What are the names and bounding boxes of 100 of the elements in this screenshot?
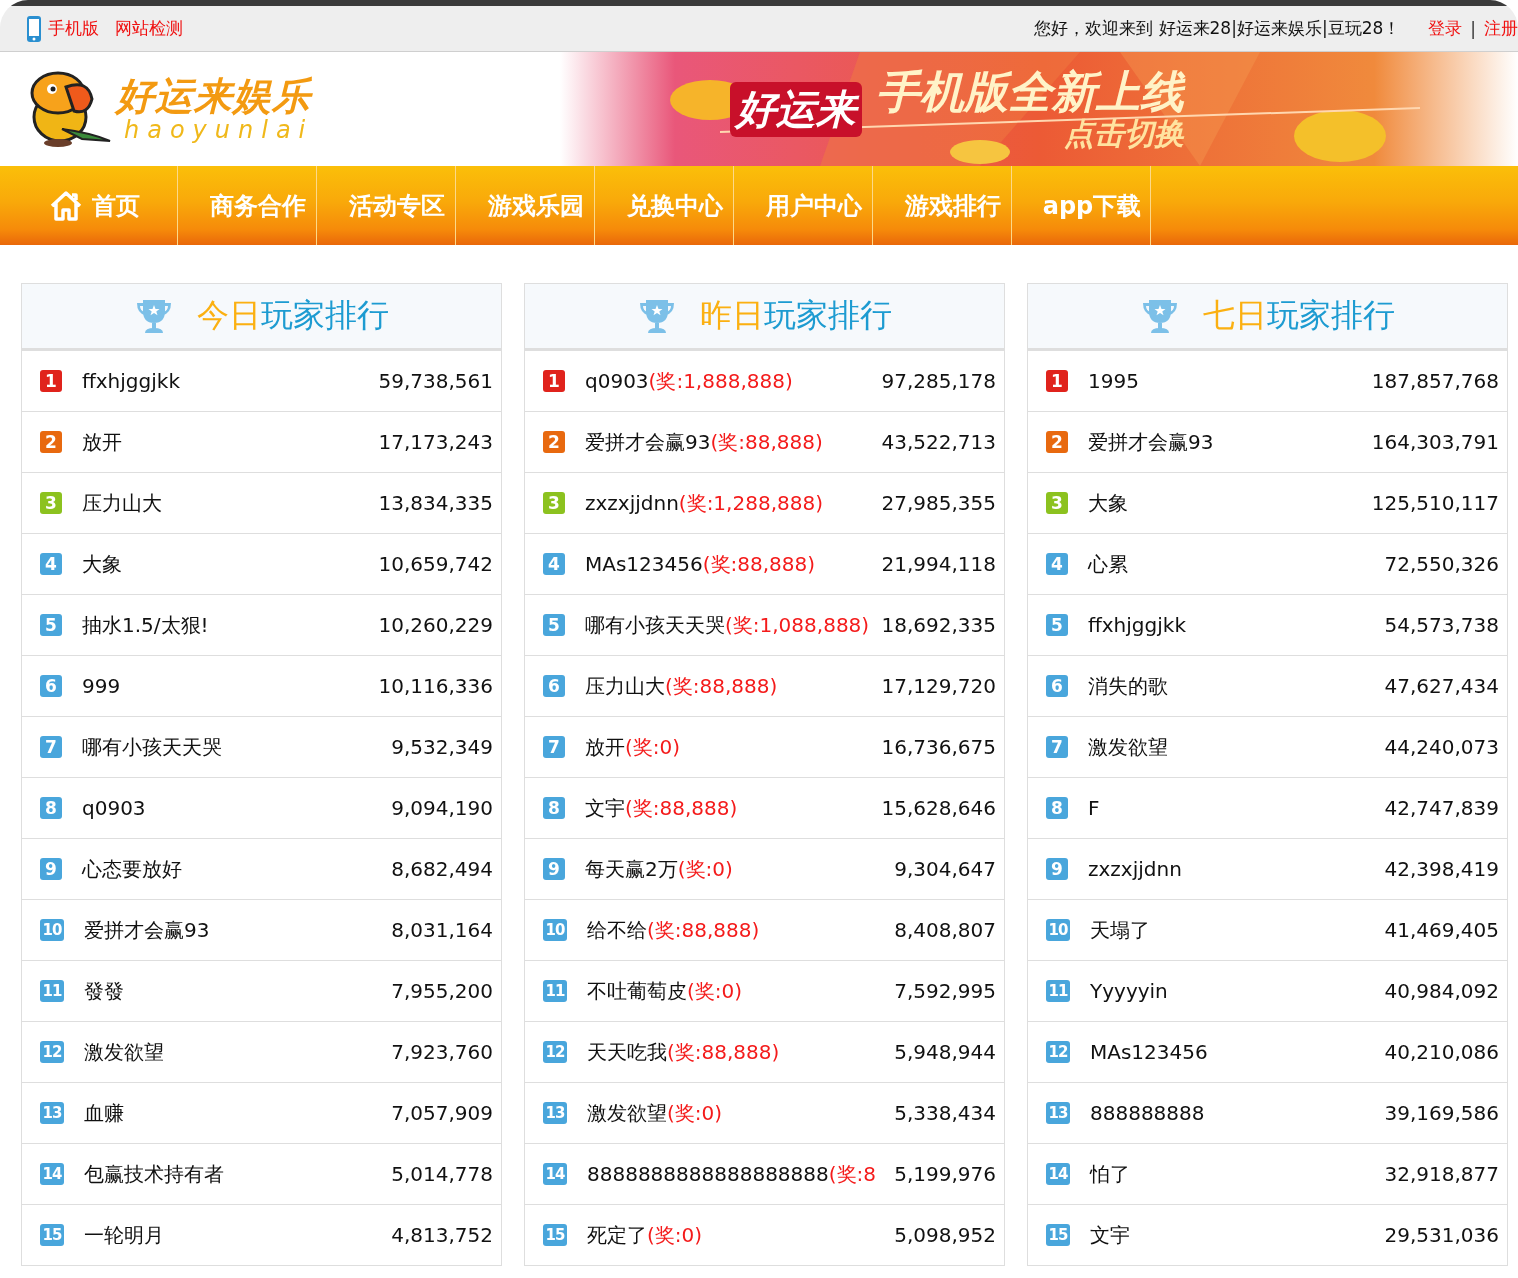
rank-badge: 8	[40, 797, 62, 819]
player-name: ffxhjggjkk	[82, 369, 181, 393]
rank-badge: 9	[543, 858, 565, 880]
score-value: 9,094,190	[391, 796, 493, 820]
score-value: 187,857,768	[1371, 369, 1499, 393]
player-name: 大象	[82, 550, 123, 578]
player-name: 给不给(奖:88,888)	[587, 916, 761, 944]
panel-title: 昨日玩家排行	[699, 295, 892, 336]
rank-badge: 7	[543, 736, 565, 758]
logo-title: 好运来娱乐	[116, 76, 314, 118]
banner-subline: 点击切换	[1064, 116, 1184, 150]
rank-badge: 2	[40, 431, 62, 453]
player-name: 天塌了	[1090, 916, 1151, 944]
rank-badge: 2	[1046, 431, 1068, 453]
score-value: 97,285,178	[881, 369, 996, 393]
score-value: 5,338,434	[894, 1101, 996, 1125]
rank-badge: 10	[1046, 919, 1070, 941]
player-name: 死定了(奖:0)	[587, 1221, 704, 1249]
player-name: 文宇(奖:88,888)	[585, 794, 739, 822]
score-value: 29,531,036	[1384, 1223, 1499, 1247]
score-value: 17,173,243	[378, 430, 493, 454]
player-name: zxzxjjdnn(奖:1,288,888)	[585, 489, 824, 517]
player-name: Yyyyyin	[1090, 979, 1169, 1003]
banner-headline: 手机版全新上线	[876, 68, 1184, 117]
nav-item[interactable]: 用户中心	[734, 166, 873, 245]
score-value: 125,510,117	[1371, 491, 1499, 515]
score-value: 10,659,742	[378, 552, 493, 576]
player-name: 包赢技术持有者	[84, 1160, 225, 1188]
player-name: 心态要放好	[82, 855, 183, 883]
player-name: 哪有小孩天天哭	[82, 733, 223, 761]
score-value: 54,573,738	[1384, 613, 1499, 637]
banner-brand: 好运来	[730, 81, 862, 137]
nav-item[interactable]: 商务合作	[178, 166, 317, 245]
rank-badge: 2	[543, 431, 565, 453]
rank-badge: 5	[1046, 614, 1068, 636]
nav-item[interactable]: 兑换中心	[595, 166, 734, 245]
rank-badge: 13	[1046, 1102, 1070, 1124]
separator: |	[1470, 18, 1476, 39]
phone-icon	[26, 14, 42, 43]
nav-item[interactable]: 游戏乐园	[456, 166, 595, 245]
rank-badge: 4	[543, 553, 565, 575]
score-value: 16,736,675	[881, 735, 996, 759]
player-name: 压力山大(奖:88,888)	[585, 672, 779, 700]
rank-badge: 1	[1046, 370, 1068, 392]
rank-badge: 14	[40, 1163, 64, 1185]
register-link[interactable]: 注册	[1484, 17, 1518, 40]
rank-badge: 12	[40, 1041, 64, 1063]
trophy-icon	[637, 297, 676, 335]
player-name: 压力山大	[82, 489, 163, 517]
score-value: 10,116,336	[378, 674, 493, 698]
player-name: F	[1088, 796, 1101, 820]
rank-badge: 1	[40, 370, 62, 392]
score-value: 8,682,494	[391, 857, 493, 881]
player-name: 999	[82, 674, 122, 698]
player-name: 爱拼才会赢93	[1088, 428, 1215, 456]
player-name: 抽水1.5/太狠!	[82, 611, 210, 639]
player-name: 一轮明月	[84, 1221, 165, 1249]
nav-item[interactable]: app下载	[1012, 166, 1151, 245]
player-name: 激发欲望	[84, 1038, 165, 1066]
score-value: 40,984,092	[1384, 979, 1499, 1003]
rank-badge: 12	[1046, 1041, 1070, 1063]
player-name: MAs123456	[1090, 1040, 1209, 1064]
player-name: 心累	[1088, 550, 1129, 578]
player-name: MAs123456(奖:88,888)	[585, 550, 817, 578]
rank-badge: 15	[543, 1224, 567, 1246]
score-value: 13,834,335	[378, 491, 493, 515]
player-name: 爱拼才会赢93	[84, 916, 211, 944]
rank-badge: 13	[40, 1102, 64, 1124]
rank-badge: 11	[543, 980, 567, 1002]
player-name: 每天赢2万(奖:0)	[585, 855, 734, 883]
score-value: 7,923,760	[391, 1040, 493, 1064]
score-value: 9,532,349	[391, 735, 493, 759]
rank-badge: 3	[1046, 492, 1068, 514]
rank-badge: 15	[1046, 1224, 1070, 1246]
trophy-icon	[1140, 297, 1179, 335]
login-link[interactable]: 登录	[1428, 17, 1463, 40]
score-value: 5,014,778	[391, 1162, 493, 1186]
rank-badge: 6	[40, 675, 62, 697]
nav-item[interactable]: 活动专区	[317, 166, 456, 245]
player-name: 爱拼才会赢93(奖:88,888)	[585, 428, 824, 456]
player-name: 發發	[84, 977, 125, 1005]
score-value: 8,408,807	[894, 918, 996, 942]
nav-item[interactable]: 游戏排行	[873, 166, 1012, 245]
rank-badge: 12	[543, 1041, 567, 1063]
score-value: 43,522,713	[881, 430, 996, 454]
top-link[interactable]: 手机版	[48, 17, 99, 40]
player-name: ffxhjggjkk	[1088, 613, 1187, 637]
rank-badge: 9	[40, 858, 62, 880]
rank-badge: 14	[543, 1163, 567, 1185]
score-value: 5,199,976	[894, 1162, 996, 1186]
player-name: 天天吃我(奖:88,888)	[587, 1038, 781, 1066]
score-value: 15,628,646	[881, 796, 996, 820]
player-name: 1995	[1088, 369, 1140, 393]
top-link[interactable]: 网站检测	[115, 17, 183, 40]
score-value: 42,747,839	[1384, 796, 1499, 820]
player-name: 哪有小孩天天哭(奖:1,088,888)	[585, 611, 871, 639]
player-name: q0903	[82, 796, 147, 820]
score-value: 44,240,073	[1384, 735, 1499, 759]
score-value: 7,057,909	[391, 1101, 493, 1125]
nav-item[interactable]: 首页	[10, 166, 178, 245]
